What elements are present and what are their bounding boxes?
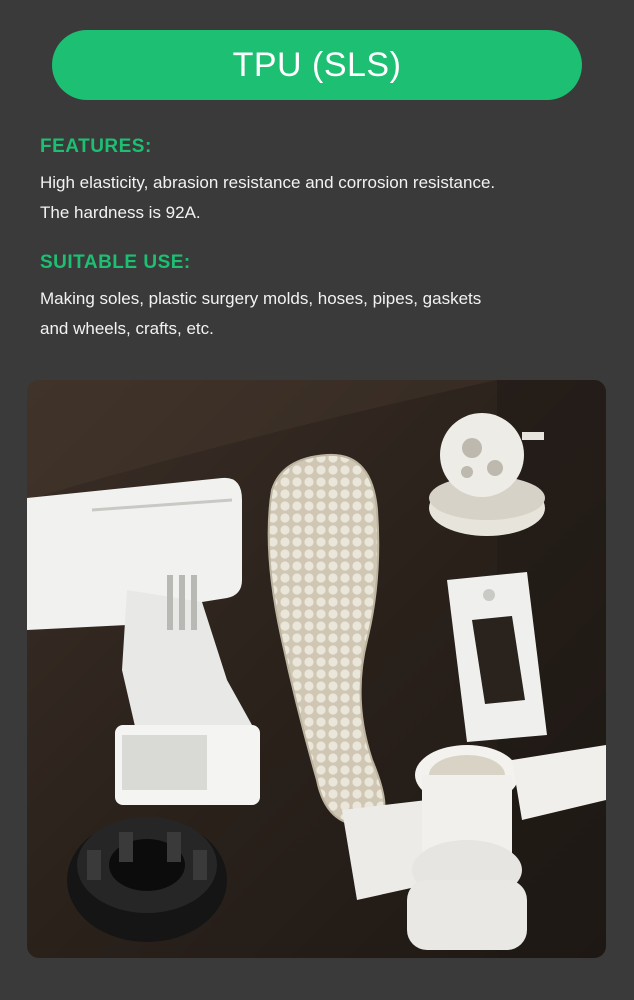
features-line-1: High elasticity, abrasion resistance and… (40, 173, 496, 192)
suitable-use-heading: SUITABLE USE: (40, 252, 191, 273)
features-heading: FEATURES: (40, 136, 152, 157)
product-photo (27, 380, 606, 958)
title-banner: TPU (SLS) (52, 30, 582, 100)
suitable-use-line-2: and wheels, crafts, etc. (40, 319, 214, 338)
suitable-use-line-1: Making soles, plastic surgery molds, hos… (40, 289, 482, 308)
suitable-use-section: SUITABLE USE: Making soles, plastic surg… (40, 252, 600, 344)
page-title: TPU (SLS) (232, 45, 402, 84)
features-section: FEATURES: High elasticity, abrasion resi… (40, 136, 600, 228)
features-line-2: The hardness is 92A. (40, 203, 201, 222)
black-gear-part (67, 817, 227, 942)
